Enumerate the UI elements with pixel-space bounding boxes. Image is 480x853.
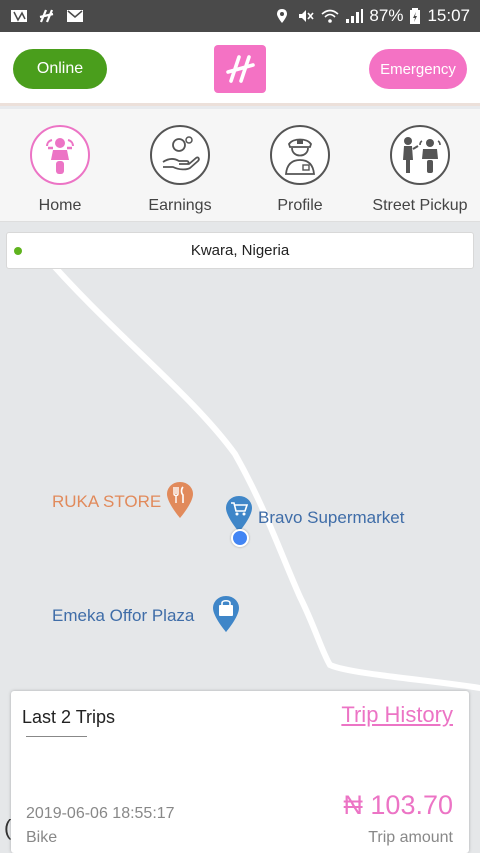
map-app-icon	[11, 10, 27, 22]
trip-amount-value: ₦ 103.70	[343, 790, 453, 820]
emergency-button[interactable]: Emergency	[369, 49, 467, 89]
clock: 15:07	[427, 6, 470, 25]
online-toggle-button[interactable]: Online	[13, 49, 107, 89]
brand-app-icon	[39, 9, 54, 23]
person-motorbike-icon	[403, 137, 441, 173]
mute-icon	[299, 10, 315, 22]
hand-coin-icon	[162, 136, 200, 171]
brand-logo	[214, 45, 266, 93]
mail-icon	[67, 10, 83, 22]
main-nav: Home Earnings Profile Street Pickup	[0, 109, 480, 222]
battery-percent: 87%	[369, 6, 404, 25]
shopping-bag-icon[interactable]	[212, 595, 240, 633]
motorbike-rider-icon	[46, 138, 74, 174]
title-underline	[26, 736, 87, 737]
nav-item-profile[interactable]: Profile	[240, 109, 360, 221]
logo-icon	[226, 55, 255, 83]
poi-label-ruka-store[interactable]: RUKA STORE	[52, 492, 161, 512]
location-status-dot	[14, 247, 22, 255]
nav-item-earnings[interactable]: Earnings	[120, 109, 240, 221]
nav-item-label: Street Pickup	[372, 197, 468, 214]
nav-circle	[30, 125, 90, 185]
current-location-bar[interactable]: Kwara, Nigeria	[6, 232, 474, 269]
status-bar: 87% 15:07	[0, 0, 480, 32]
nav-item-label: Home	[38, 197, 82, 214]
nav-circle	[270, 125, 330, 185]
poi-label-bravo-supermarket[interactable]: Bravo Supermarket	[258, 508, 404, 528]
nav-item-home[interactable]: Home	[0, 109, 120, 221]
current-position-dot	[231, 529, 249, 547]
current-location-text: Kwara, Nigeria	[190, 242, 290, 259]
cart-icon[interactable]	[225, 495, 253, 533]
trip-amount-label: Trip amount	[368, 829, 453, 846]
restaurant-icon[interactable]	[166, 481, 194, 519]
nav-item-label: Earnings	[148, 197, 212, 214]
trip-vehicle-type: Bike	[26, 829, 58, 846]
wifi-icon	[321, 9, 339, 23]
officer-icon	[285, 138, 315, 175]
battery-icon	[410, 8, 421, 24]
signal-icon	[346, 9, 364, 23]
nav-circle	[390, 125, 450, 185]
trip-history-link[interactable]: Trip History	[341, 702, 453, 728]
nav-circle	[150, 125, 210, 185]
location-icon	[277, 9, 288, 23]
trip-date: 2019-06-06 18:55:17	[26, 805, 175, 822]
last-trips-card: Last 2 Trips Trip History 2019-06-06 18:…	[11, 691, 469, 853]
nav-item-label: Profile	[277, 197, 323, 214]
card-title: Last 2 Trips	[22, 707, 116, 727]
nav-item-street-pickup[interactable]: Street Pickup	[360, 109, 480, 221]
poi-label-emeka-offor-plaza[interactable]: Emeka Offor Plaza	[52, 606, 194, 626]
app-header: Online Emergency	[0, 32, 480, 106]
